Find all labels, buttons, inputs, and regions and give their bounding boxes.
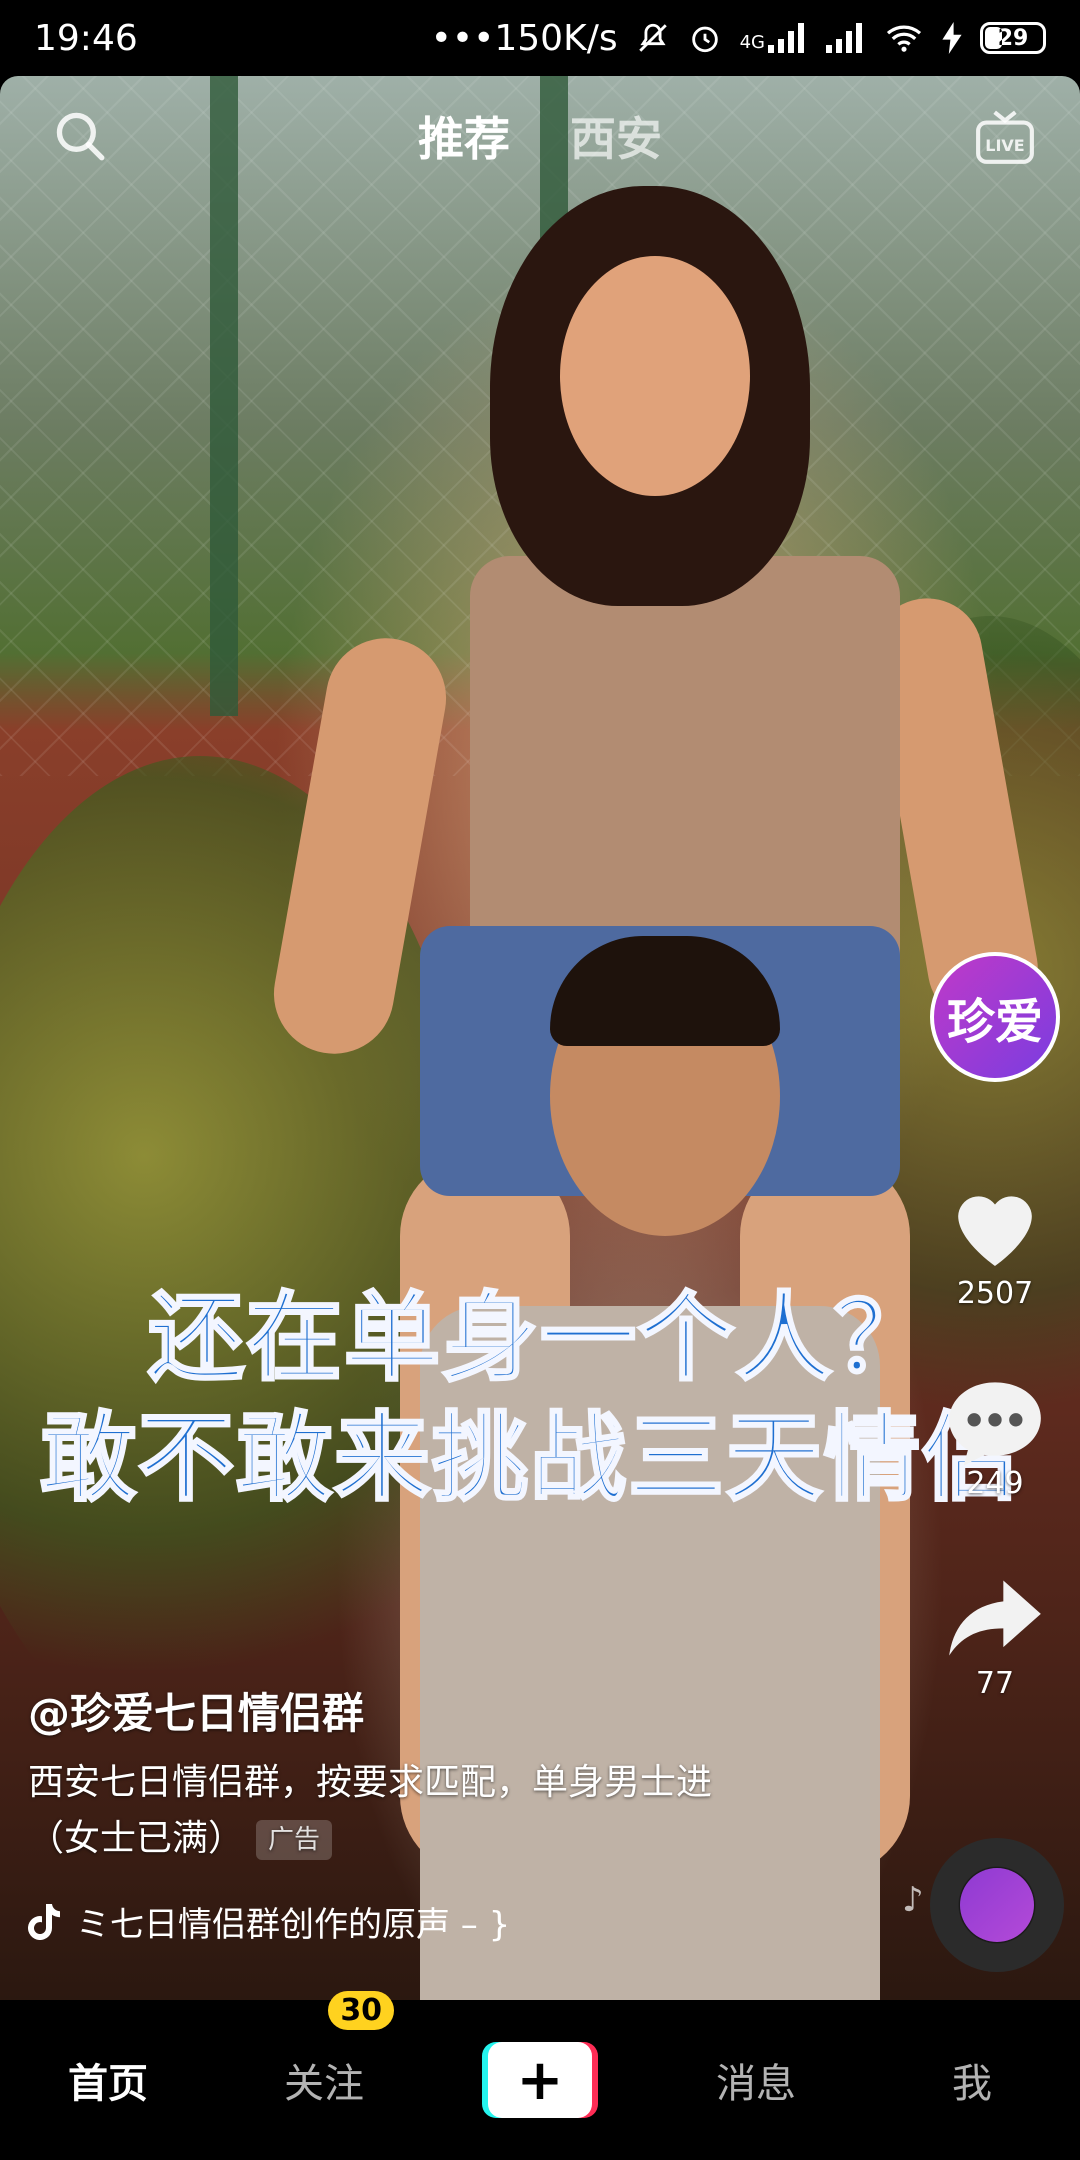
search-button[interactable] [44, 100, 116, 172]
nav-create[interactable]: + [432, 2042, 648, 2118]
wifi-icon [884, 22, 924, 54]
tab-local-city[interactable]: 西安 [570, 103, 662, 169]
live-text: LIVE [985, 136, 1025, 155]
feed-tabs: 推荐 西安 [418, 103, 662, 169]
nav-home[interactable]: 首页 [0, 2051, 216, 2109]
signal-icon [826, 23, 866, 53]
create-button[interactable]: + [482, 2042, 598, 2118]
nav-messages[interactable]: 消息 [648, 2051, 864, 2109]
nav-following-label: 关注 [284, 2061, 364, 2107]
person-figure [560, 256, 750, 496]
like-count: 2507 [956, 1276, 1034, 1311]
share-count: 77 [975, 1666, 1015, 1701]
bottom-nav: 首页 关注 30 + 消息 我 [0, 1991, 1080, 2160]
share-arrow-icon [949, 1580, 1041, 1656]
video-caption-line-1: 还在单身一个人？ [147, 1281, 932, 1396]
description-line-2-row: （女士已满） 广告 [28, 1811, 888, 1867]
person-figure [470, 556, 900, 976]
post-description[interactable]: 西安七日情侣群，按要求匹配，单身男士进 （女士已满） 广告 [28, 1755, 888, 1867]
mute-icon [636, 21, 670, 55]
nav-me[interactable]: 我 [864, 2051, 1080, 2109]
description-line-2: （女士已满） [28, 1818, 245, 1859]
floating-note-icon: ♪ [902, 1880, 924, 1920]
music-cover [960, 1868, 1034, 1942]
status-icons: •••150K/s 4G 29 [431, 18, 1046, 59]
battery-percent: 29 [997, 25, 1029, 51]
search-icon [56, 112, 105, 161]
heart-icon [958, 1196, 1032, 1266]
signal-4g-icon: 4G [740, 23, 808, 53]
comment-icon [949, 1382, 1041, 1466]
music-row[interactable]: ミ七日情侣群创作的原声 – } [28, 1897, 888, 1946]
author-avatar[interactable]: 珍爱 [930, 952, 1060, 1082]
following-badge: 30 [328, 1991, 395, 2030]
comment-count: 249 [966, 1466, 1024, 1501]
video-caption-line-2: 敢不敢来挑战三天情侣 [39, 1401, 1020, 1516]
status-time: 19:46 [34, 17, 138, 59]
tab-recommend[interactable]: 推荐 [418, 103, 510, 169]
music-note-icon [28, 1903, 60, 1940]
post-info: @珍爱七日情侣群 西安七日情侣群，按要求匹配，单身男士进 （女士已满） 广告 ミ七… [28, 1680, 888, 1946]
music-title: ミ七日情侣群创作的原声 – } [76, 1905, 511, 1945]
like-button[interactable]: 2507 [935, 1180, 1055, 1311]
live-button[interactable]: LIVE [970, 102, 1040, 172]
description-line-1: 西安七日情侣群，按要求匹配，单身男士进 [28, 1762, 713, 1803]
ad-badge: 广告 [256, 1820, 333, 1860]
battery-indicator: 29 [980, 22, 1046, 54]
charging-icon [942, 22, 962, 54]
status-bar: 19:46 •••150K/s 4G 29 [0, 0, 1080, 76]
music-disc[interactable] [930, 1838, 1064, 1972]
author-name[interactable]: @珍爱七日情侣群 [28, 1680, 888, 1741]
share-button[interactable]: 77 [935, 1576, 1055, 1701]
nav-following[interactable]: 关注 30 [216, 1991, 432, 2109]
network-speed: •••150K/s [430, 17, 618, 59]
top-nav: 推荐 西安 LIVE [0, 76, 1080, 196]
signal-label: 4G [739, 32, 765, 53]
alarm-icon [688, 21, 722, 55]
comment-button[interactable]: 249 [935, 1378, 1055, 1501]
plus-icon: + [488, 2042, 592, 2118]
